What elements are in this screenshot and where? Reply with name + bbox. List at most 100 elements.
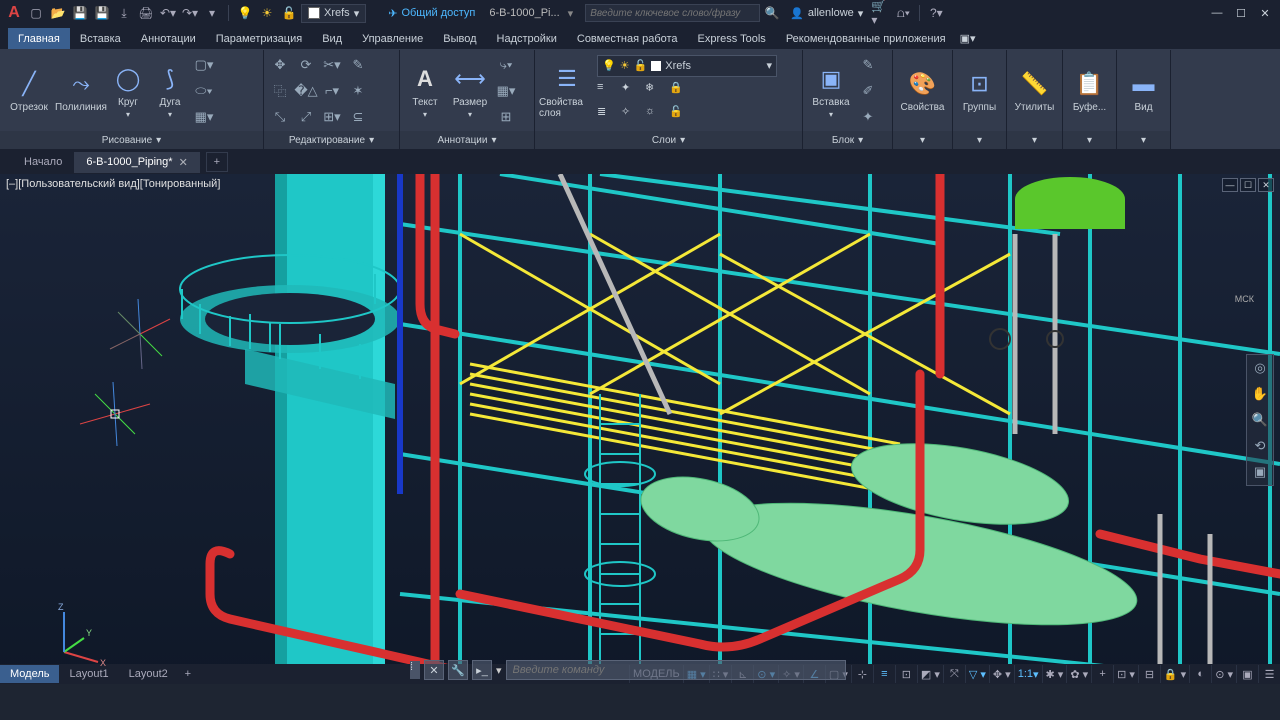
block-create-icon[interactable]: ✎ <box>857 53 879 77</box>
polyline-tool[interactable]: ⤳Полилиния <box>56 53 106 129</box>
share-button[interactable]: ✈ Общий доступ <box>382 7 481 20</box>
web-open-icon[interactable]: ⤓ <box>114 3 134 23</box>
move-icon[interactable]: ✥ <box>268 53 292 77</box>
doc-tab-active[interactable]: 6-B-1000_Piping*✕ <box>74 152 199 173</box>
bulb-on-icon[interactable]: 💡 <box>235 3 255 23</box>
layout-add[interactable]: + <box>178 668 198 680</box>
status-lineweight-icon[interactable]: ⊹ <box>851 665 873 683</box>
insert-block[interactable]: ▣Вставка▾ <box>807 53 855 129</box>
app-logo-icon[interactable]: A <box>4 3 24 23</box>
groups-button[interactable]: ⊡Группы <box>957 53 1002 129</box>
panel-modify-title[interactable]: Редактирование ▾ <box>264 131 399 149</box>
wheel-icon[interactable]: ◎ <box>1247 355 1273 381</box>
open-icon[interactable]: 📂 <box>48 3 68 23</box>
layout-tab-2[interactable]: Layout2 <box>119 665 178 683</box>
layer-btn-8[interactable]: 🔓 <box>669 105 691 127</box>
utilities-button[interactable]: 📏Утилиты <box>1011 53 1058 129</box>
tab-parametric[interactable]: Параметризация <box>206 28 312 49</box>
tab-addins[interactable]: Надстройки <box>487 28 567 49</box>
rotate-icon[interactable]: ⟳ <box>294 53 318 77</box>
undo-icon[interactable]: ↶▾ <box>158 3 178 23</box>
tab-main[interactable]: Главная <box>8 28 70 49</box>
tab-extra-icon[interactable]: ▣▾ <box>956 28 980 49</box>
tab-annotate[interactable]: Аннотации <box>131 28 206 49</box>
cmd-config-icon[interactable]: 🔧 <box>448 660 468 680</box>
status-units-icon[interactable]: ⊡ ▾ <box>1113 665 1138 683</box>
status-gizmo-icon[interactable]: ✥ ▾ <box>989 665 1014 683</box>
circle-tool[interactable]: ◯Круг▾ <box>108 53 148 129</box>
stretch-icon[interactable]: ⤡ <box>268 105 292 129</box>
panel-block-title[interactable]: Блок ▾ <box>803 131 892 149</box>
tab-manage[interactable]: Управление <box>352 28 433 49</box>
doc-tab-add[interactable]: + <box>206 152 228 172</box>
command-input[interactable] <box>506 660 846 680</box>
hatch-icon[interactable]: ▦▾ <box>192 105 216 129</box>
new-icon[interactable]: ▢ <box>26 3 46 23</box>
status-trans-icon[interactable]: ≡ <box>873 665 895 683</box>
user-menu[interactable]: 👤 allenlowe ▾ <box>784 7 869 20</box>
status-cycl-icon[interactable]: ⊡ <box>895 665 917 683</box>
clipboard-button[interactable]: 📋Буфе... <box>1067 53 1112 129</box>
arc-tool[interactable]: ⟆Дуга▾ <box>150 53 190 129</box>
block-attr-icon[interactable]: ✦ <box>857 105 879 129</box>
tab-express[interactable]: Express Tools <box>688 28 776 49</box>
block-edit-icon[interactable]: ✐ <box>857 79 879 103</box>
zoom-icon[interactable]: 🔍 <box>1247 407 1273 433</box>
layer-btn-7[interactable]: ☼ <box>645 105 667 127</box>
layer-btn-3[interactable]: ❄ <box>645 81 667 103</box>
wcs-label[interactable]: МСК <box>1235 294 1254 304</box>
array-icon[interactable]: ⊞▾ <box>320 105 344 129</box>
save-icon[interactable]: 💾 <box>70 3 90 23</box>
vp-min-icon[interactable]: — <box>1222 178 1238 192</box>
cmd-prompt-icon[interactable]: ▸_ <box>472 660 492 680</box>
status-annovis-icon[interactable]: ✱ ▾ <box>1042 665 1067 683</box>
viewport-controls[interactable]: [–][Пользовательский вид][Тонированный] <box>6 178 220 190</box>
close-button[interactable]: ✕ <box>1254 4 1276 22</box>
tab-view[interactable]: Вид <box>312 28 352 49</box>
offset-icon[interactable]: ⊆ <box>346 105 370 129</box>
mirror-icon[interactable]: �△ <box>294 79 318 103</box>
panel-annot-title[interactable]: Аннотации ▾ <box>400 131 534 149</box>
layer-combo[interactable]: 💡 ☀ 🔓 Xrefs ▾ <box>597 55 777 77</box>
properties-button[interactable]: 🎨Свойства <box>897 53 948 129</box>
status-isoobj-icon[interactable]: ⊙ ▾ <box>1211 665 1236 683</box>
sun-icon[interactable]: ☀ <box>257 3 277 23</box>
layer-dropdown-qat[interactable]: Xrefs ▾ <box>301 4 366 23</box>
status-qprop-icon[interactable]: ⊟ <box>1138 665 1160 683</box>
search-input[interactable] <box>585 4 760 22</box>
status-clean-icon[interactable]: ▣ <box>1236 665 1258 683</box>
status-lock-icon[interactable]: 🔒 ▾ <box>1160 665 1189 683</box>
layer-btn-2[interactable]: ✦ <box>621 81 643 103</box>
ucs-icon[interactable]: X Y Z <box>46 600 106 660</box>
status-custom-icon[interactable]: ☰ <box>1258 665 1280 683</box>
line-tool[interactable]: ╱Отрезок <box>4 53 54 129</box>
showmotion-icon[interactable]: ▣ <box>1247 459 1273 485</box>
status-hw-icon[interactable]: ◐ <box>1189 665 1211 683</box>
status-ws-icon[interactable]: ✿ ▾ <box>1066 665 1091 683</box>
explode-icon[interactable]: ✶ <box>346 79 370 103</box>
layer-btn-5[interactable]: ≣ <box>597 105 619 127</box>
table-icon[interactable]: ▦▾ <box>494 79 518 103</box>
orbit-icon[interactable]: ⟲ <box>1247 433 1273 459</box>
qat-more-icon[interactable]: ▾ <box>202 3 222 23</box>
rect-icon[interactable]: ▢▾ <box>192 53 216 77</box>
tab-output[interactable]: Вывод <box>433 28 486 49</box>
cmd-handle[interactable]: ⁞ <box>410 661 420 679</box>
doc-title-dropdown-icon[interactable]: ▾ <box>568 7 574 20</box>
tab-close-icon[interactable]: ✕ <box>179 156 188 169</box>
layer-btn-6[interactable]: ✧ <box>621 105 643 127</box>
saveas-icon[interactable]: 💾 <box>92 3 112 23</box>
autodesk-app-icon[interactable]: ⩍▾ <box>893 3 913 23</box>
dimension-tool[interactable]: ⟷Размер▾ <box>448 53 492 129</box>
layer-btn-4[interactable]: 🔒 <box>669 81 691 103</box>
text-tool[interactable]: AТекст▾ <box>404 53 446 129</box>
ellipse-icon[interactable]: ⬭▾ <box>192 79 216 103</box>
help-icon[interactable]: ?▾ <box>926 3 946 23</box>
tab-insert[interactable]: Вставка <box>70 28 131 49</box>
pan-icon[interactable]: ✋ <box>1247 381 1273 407</box>
leader-icon[interactable]: ⤷▾ <box>494 53 518 77</box>
maximize-button[interactable]: ☐ <box>1230 4 1252 22</box>
minimize-button[interactable]: — <box>1206 4 1228 22</box>
redo-icon[interactable]: ↷▾ <box>180 3 200 23</box>
status-dynucs-icon[interactable]: ⤧ <box>943 665 965 683</box>
